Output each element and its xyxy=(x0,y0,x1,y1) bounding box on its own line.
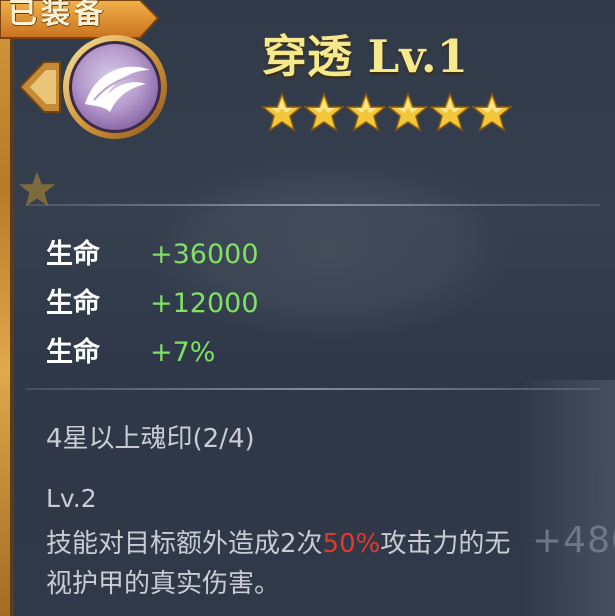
star-icon xyxy=(304,92,344,132)
stat-label: 生命 xyxy=(46,239,100,270)
background-shade xyxy=(520,380,615,616)
star-rating xyxy=(262,92,512,132)
stat-label: 生命 xyxy=(46,337,100,368)
divider xyxy=(26,388,600,390)
stat-row: 生命 +36000 xyxy=(46,232,259,271)
divider xyxy=(26,204,600,206)
set-bonus-description: 技能对目标额外造成2次50%攻击力的无视护甲的真实伤害。 xyxy=(46,524,516,604)
stat-label: 生命 xyxy=(46,288,100,319)
panel-left-border xyxy=(0,0,10,616)
star-icon xyxy=(388,92,428,132)
equipped-badge-label: 已装备 xyxy=(8,0,108,30)
stat-row: 生命 +7% xyxy=(46,330,215,369)
item-title: 穿透 Lv.1 xyxy=(262,30,468,83)
star-icon xyxy=(262,92,302,132)
panel-left-border-inner xyxy=(10,0,14,616)
equipped-badge: 已装备 xyxy=(0,0,160,39)
set-bonus-desc-text: 技能对目标额外造成2次 xyxy=(46,529,323,559)
background-stat-text: +480 xyxy=(532,520,615,561)
background-star-icon xyxy=(18,171,56,207)
star-icon xyxy=(346,92,386,132)
star-icon xyxy=(430,92,470,132)
stat-value: +36000 xyxy=(150,239,259,270)
set-bonus-title: 4星以上魂印(2/4) xyxy=(46,424,255,454)
set-bonus-desc-highlight: 50% xyxy=(322,529,381,559)
stat-value: +12000 xyxy=(150,288,259,319)
stat-value: +7% xyxy=(150,337,216,368)
star-icon xyxy=(472,92,512,132)
set-bonus-level: Lv.2 xyxy=(46,484,97,513)
feather-swirl-icon xyxy=(20,35,167,139)
stat-row: 生命 +12000 xyxy=(46,281,259,320)
